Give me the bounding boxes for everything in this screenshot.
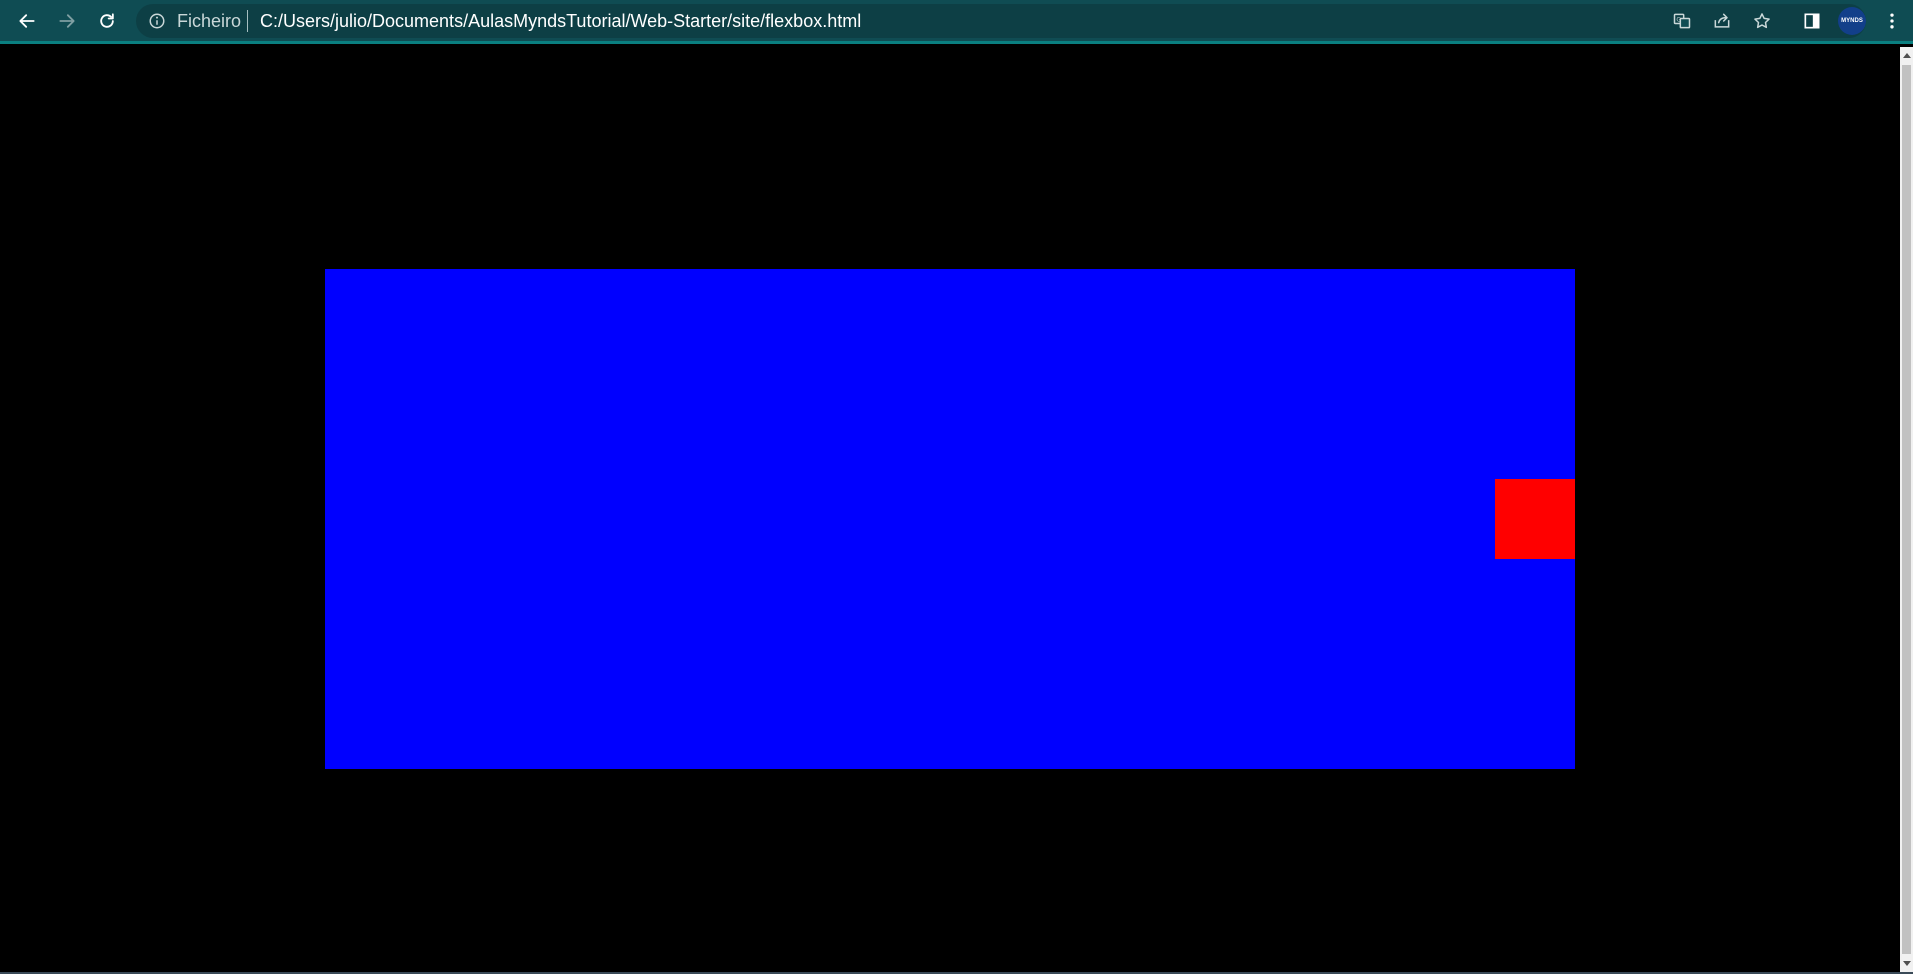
profile-avatar[interactable]: MYNDS <box>1838 7 1866 35</box>
info-icon[interactable] <box>148 12 166 30</box>
star-icon <box>1754 13 1770 29</box>
share-button[interactable] <box>1710 9 1734 33</box>
arrow-right-icon <box>59 14 75 28</box>
scroll-thumb[interactable] <box>1902 65 1911 954</box>
share-icon <box>1714 13 1730 28</box>
reload-button[interactable] <box>92 6 122 36</box>
arrow-left-icon <box>19 14 35 28</box>
svg-text:G: G <box>1676 17 1681 23</box>
flex-container <box>325 269 1575 769</box>
back-button[interactable] <box>12 6 42 36</box>
scheme-label: Ficheiro <box>177 11 242 31</box>
bookmark-button[interactable] <box>1750 9 1774 33</box>
scroll-down-arrow-icon[interactable] <box>1903 961 1911 966</box>
url-text[interactable]: C:/Users/julio/Documents/AulasMyndsTutor… <box>260 10 861 32</box>
page-viewport <box>0 47 1900 972</box>
reload-icon <box>100 13 114 28</box>
translate-icon: G <box>1673 13 1691 29</box>
browser-toolbar: Ficheiro C:/Users/julio/Documents/AulasM… <box>0 0 1913 44</box>
kebab-menu-icon <box>1890 13 1894 29</box>
vertical-scrollbar[interactable] <box>1900 47 1913 972</box>
side-panel-button[interactable] <box>1800 9 1824 33</box>
flex-item <box>1495 479 1575 559</box>
address-separator <box>247 10 248 32</box>
side-panel-icon <box>1804 13 1820 29</box>
scroll-up-arrow-icon[interactable] <box>1903 53 1911 58</box>
forward-button[interactable] <box>52 6 82 36</box>
translate-button[interactable]: G <box>1670 9 1694 33</box>
browser-menu-button[interactable] <box>1880 9 1904 33</box>
